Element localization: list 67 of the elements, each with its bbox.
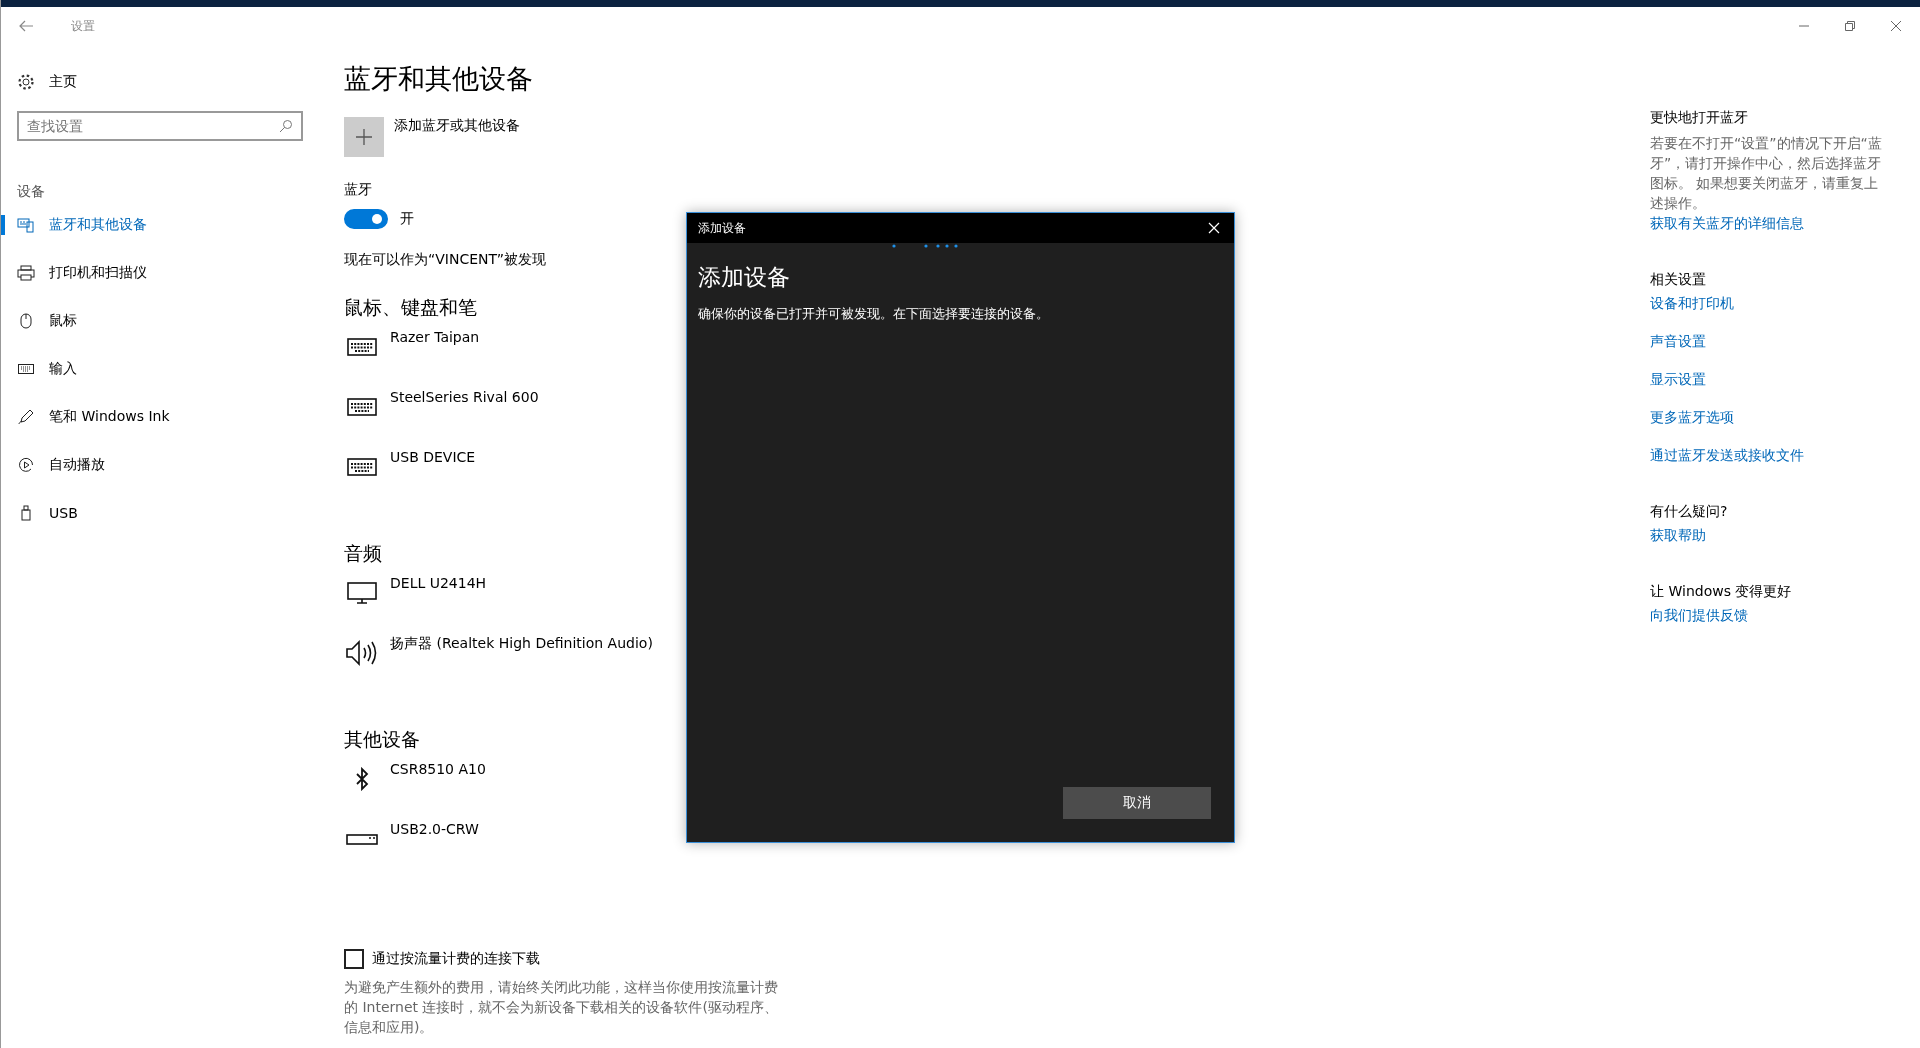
sidebar-item[interactable]: 打印机和扫描仪 xyxy=(1,249,167,297)
sidebar-item[interactable]: 蓝牙和其他设备 xyxy=(1,201,167,249)
panel-link[interactable]: 更多蓝牙选项 xyxy=(1650,409,1734,427)
panel-heading: 有什么疑问? xyxy=(1650,503,1728,521)
device-item[interactable]: USB DEVICE xyxy=(344,447,1044,507)
panel-heading: 更快地打开蓝牙 xyxy=(1650,109,1748,127)
checkbox[interactable] xyxy=(344,949,364,969)
plus-icon xyxy=(355,128,373,146)
panel-link[interactable]: 获取帮助 xyxy=(1650,527,1706,545)
cancel-button[interactable]: 取消 xyxy=(1063,787,1211,819)
sidebar-item[interactable]: 自动播放 xyxy=(1,441,125,489)
search-field[interactable]: 查找设置 xyxy=(17,111,303,141)
back-arrow-icon[interactable] xyxy=(19,20,33,32)
panel-link[interactable]: 显示设置 xyxy=(1650,371,1706,389)
speaker-icon xyxy=(345,638,379,668)
panel-link[interactable]: 向我们提供反馈 xyxy=(1650,607,1748,625)
metered-description: 为避免产生额外的费用，请始终关闭此功能，这样当你使用按流量计费的 Internet 连接时，就不会为新设备下载相关的设备软件(驱动程序、信息和应用)。 xyxy=(344,978,779,1037)
panel-link[interactable]: 获取有关蓝牙的详细信息 xyxy=(1650,215,1804,233)
keyboard-icon xyxy=(347,397,377,417)
mouse-icon xyxy=(20,313,32,329)
panel-link[interactable]: 声音设置 xyxy=(1650,333,1706,351)
bluetooth-toggle[interactable] xyxy=(344,209,388,229)
sidebar-item[interactable]: 笔和 Windows Ink xyxy=(1,393,190,441)
window-title: 设置 xyxy=(71,17,95,35)
keyboard-icon xyxy=(18,364,34,374)
device-item[interactable]: USB2.0-CRW xyxy=(344,819,1044,879)
keyboard-icon xyxy=(347,337,377,357)
sidebar-item[interactable]: USB xyxy=(1,489,98,537)
device-item[interactable]: DELL U2414H xyxy=(344,573,1044,633)
panel-heading: 让 Windows 变得更好 xyxy=(1650,583,1792,601)
device-item[interactable]: SteelSeries Rival 600 xyxy=(344,387,1044,447)
bluetooth-icon xyxy=(355,767,369,791)
device-item[interactable]: CSR8510 A10 xyxy=(344,759,1044,819)
sidebar-item[interactable]: 输入 xyxy=(1,345,97,393)
metered-checkbox[interactable]: 通过按流量计费的连接下载 xyxy=(344,949,540,969)
settings-icon xyxy=(17,73,35,91)
keyboard-icon xyxy=(347,457,377,477)
search-icon xyxy=(279,119,293,133)
sidebar-item[interactable]: 鼠标 xyxy=(1,297,97,345)
panel-heading: 相关设置 xyxy=(1650,271,1706,289)
drive-icon xyxy=(346,833,378,845)
section-heading: 设备 xyxy=(17,183,46,201)
discoverable-text: 现在可以作为“VINCENT”被发现 xyxy=(344,251,547,269)
monitor-icon xyxy=(347,581,377,605)
panel-link[interactable]: 通过蓝牙发送或接收文件 xyxy=(1650,447,1804,465)
page-title: 蓝牙和其他设备 xyxy=(344,62,533,96)
group-heading: 其他设备 xyxy=(344,727,420,752)
panel-link[interactable]: 设备和打印机 xyxy=(1650,295,1734,313)
device-item[interactable]: Razer Taipan xyxy=(344,327,1044,387)
printer-icon xyxy=(17,265,35,281)
device-item[interactable]: 扬声器 (Realtek High Definition Audio) xyxy=(344,633,1044,693)
autoplay-icon xyxy=(18,457,34,473)
pen-icon xyxy=(18,409,34,425)
group-heading: 鼠标、键盘和笔 xyxy=(344,295,477,320)
devices-icon xyxy=(17,217,35,233)
usb-drive-icon xyxy=(21,505,31,521)
panel-text: 若要在不打开“设置”的情况下开启“蓝牙”，请打开操作中心，然后选择蓝牙图标。 如果想要关闭蓝牙，请重复上述操作。 xyxy=(1650,134,1883,213)
dialog-heading: 添加设备 xyxy=(697,263,791,292)
dialog-title: 添加设备 xyxy=(698,219,746,237)
loading-dots-icon xyxy=(892,244,958,248)
home-link[interactable]: 主页 xyxy=(17,67,311,97)
add-device-button[interactable]: 添加蓝牙或其他设备 xyxy=(344,117,1044,157)
restore-icon[interactable] xyxy=(1844,20,1856,32)
dialog-text: 确保你的设备已打开并可被发现。在下面选择要连接的设备。 xyxy=(697,305,1050,323)
bluetooth-label: 蓝牙 xyxy=(344,181,372,199)
toggle-label: 开 xyxy=(400,210,414,228)
group-heading: 音频 xyxy=(344,541,382,566)
